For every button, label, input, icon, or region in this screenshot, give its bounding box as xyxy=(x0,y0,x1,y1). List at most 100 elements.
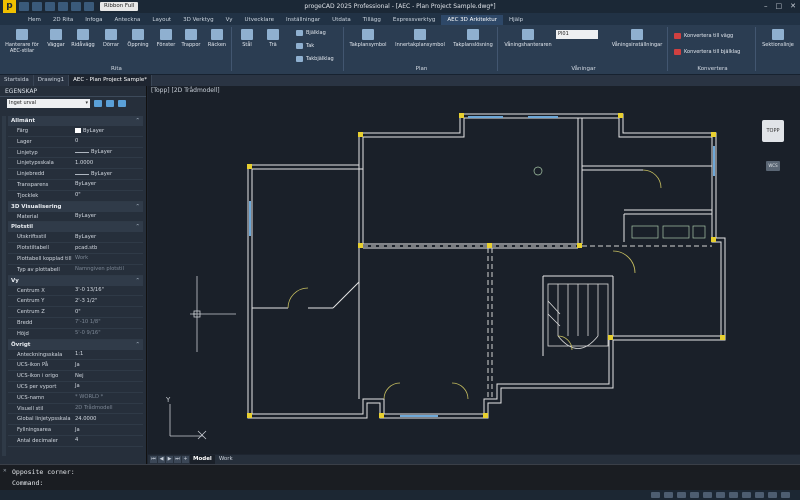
ribbon-mode-combo[interactable]: Ribbon Full xyxy=(100,2,139,11)
steel-button[interactable]: Stål xyxy=(236,29,258,48)
property-section-header[interactable]: 3D Visualisering xyxy=(8,201,143,212)
windows-button[interactable]: Fönster xyxy=(154,29,178,48)
osnap-icon[interactable] xyxy=(703,492,712,498)
model-space-icon[interactable] xyxy=(742,492,751,498)
ribbon-tab[interactable]: Tillägg xyxy=(357,15,387,25)
selection-combo[interactable]: Inget urval xyxy=(7,99,90,108)
curtain-wall-button[interactable]: Ridåvägg xyxy=(70,29,96,48)
ribbon-tab[interactable]: Hem xyxy=(22,15,47,25)
viewcube[interactable]: TOPP xyxy=(762,120,784,142)
stairs-button[interactable]: Trappor xyxy=(179,29,203,48)
viewport-label[interactable]: [Topp] [2D Trådmodell] xyxy=(151,87,220,94)
lineweight-icon[interactable] xyxy=(729,492,738,498)
ribbon-tab[interactable]: Layout xyxy=(146,15,177,25)
property-section-header[interactable]: Plotstil xyxy=(8,222,143,233)
slab-button[interactable]: Bjälklag xyxy=(296,30,326,36)
opening-button[interactable]: Öppning xyxy=(124,29,152,48)
ribbon-tab[interactable]: Vy xyxy=(220,15,239,25)
convert-to-slab-button[interactable]: Konvertera till bjälklag xyxy=(674,49,740,55)
property-row[interactable]: Centrum Y 2'-3 1/2" xyxy=(8,296,143,308)
floor-combo[interactable]: Pl01 xyxy=(556,30,598,39)
property-section-header[interactable]: Övrigt xyxy=(8,339,143,350)
ribbon-tab[interactable]: 3D Verktyg xyxy=(177,15,220,25)
document-tab[interactable]: Drawing1 xyxy=(34,75,70,86)
ortho-icon[interactable] xyxy=(677,492,686,498)
property-row[interactable]: Transparens ByLayer xyxy=(8,180,143,191)
prev-tab-icon[interactable]: ◀ xyxy=(158,456,165,463)
railings-button[interactable]: Räcken xyxy=(205,29,229,48)
roof-plan-solution-button[interactable]: Takplanslösning xyxy=(450,29,496,48)
polar-icon[interactable] xyxy=(690,492,699,498)
new-file-icon[interactable] xyxy=(19,2,29,11)
ribbon-tab[interactable]: Infoga xyxy=(79,15,108,25)
property-row[interactable]: Färg ByLayer xyxy=(8,126,143,137)
workspace-icon[interactable] xyxy=(768,492,777,498)
property-row[interactable]: Lager 0 xyxy=(8,137,143,148)
property-row[interactable]: UCS per vyport Ja xyxy=(8,382,143,393)
property-row[interactable]: Linjetypsskala 1.0000 xyxy=(8,158,143,170)
floor-manager-button[interactable]: Våningshanteraren xyxy=(502,29,554,48)
close-icon[interactable]: ✕ xyxy=(3,467,7,474)
ribbon-tab[interactable]: Utvecklare xyxy=(239,15,280,25)
property-row[interactable]: Bredd 7'-10 1/8" xyxy=(8,318,143,329)
snap-icon[interactable] xyxy=(651,492,660,498)
ribbon-tab[interactable]: AEC 3D Arkitektur xyxy=(441,15,504,25)
property-row[interactable]: Plotstiltabell pcad.stb xyxy=(8,243,143,254)
toggle-pickadd-icon[interactable] xyxy=(94,100,102,107)
wood-button[interactable]: Trä xyxy=(262,29,284,48)
ribbon-tab[interactable]: Inställningar xyxy=(280,15,326,25)
document-tab[interactable]: AEC - Plan Project Sample* xyxy=(69,75,153,86)
add-layout-icon[interactable]: + xyxy=(182,456,189,463)
property-row[interactable]: UCS-ikon i origo Nej xyxy=(8,371,143,382)
property-row[interactable]: Material ByLayer xyxy=(8,212,143,223)
annotation-icon[interactable] xyxy=(755,492,764,498)
property-row[interactable]: Anteckningsskala 1:1 xyxy=(8,350,143,361)
property-row[interactable]: UCS-ikon På Ja xyxy=(8,360,143,372)
property-section-header[interactable]: Allmänt xyxy=(8,116,143,126)
ribbon-tab[interactable]: Hjälp xyxy=(503,15,529,25)
minimize-icon[interactable]: – xyxy=(764,2,768,10)
ribbon-tab[interactable]: Expressverktyg xyxy=(387,15,441,25)
next-tab-icon[interactable]: ▶ xyxy=(166,456,173,463)
property-row[interactable]: Antal decimaler 4 xyxy=(8,436,143,447)
walls-button[interactable]: Väggar xyxy=(44,29,68,48)
settings-icon[interactable] xyxy=(781,492,790,498)
convert-to-wall-button[interactable]: Konvertera till vägg xyxy=(674,33,733,39)
last-tab-icon[interactable]: ⏭ xyxy=(174,456,181,463)
roof-button[interactable]: Tak xyxy=(296,43,314,49)
close-icon[interactable]: ✕ xyxy=(790,2,796,10)
properties-scrollbar[interactable] xyxy=(2,116,6,456)
otrack-icon[interactable] xyxy=(716,492,725,498)
roof-plan-symbol-button[interactable]: Takplansymbol xyxy=(348,29,388,48)
property-section-header[interactable]: Vy xyxy=(8,275,143,286)
property-row[interactable]: Utskriftsstil ByLayer xyxy=(8,232,143,244)
select-objects-icon[interactable] xyxy=(106,100,114,107)
floor-settings-button[interactable]: Våningsinställningar xyxy=(608,29,666,48)
property-row[interactable]: Plottabell kopplad till Work xyxy=(8,254,143,265)
tab-model[interactable]: Model xyxy=(190,455,215,464)
first-tab-icon[interactable]: ⏮ xyxy=(150,456,157,463)
save-icon[interactable] xyxy=(45,2,55,11)
redo-icon[interactable] xyxy=(84,2,94,11)
ribbon-tab[interactable]: Anteckna xyxy=(109,15,147,25)
property-row[interactable]: Linjebredd ByLayer xyxy=(8,169,143,180)
ribbon-tab[interactable]: Utdata xyxy=(326,15,357,25)
command-input[interactable]: Command: xyxy=(12,479,43,487)
drawing-canvas[interactable] xyxy=(148,86,800,454)
property-row[interactable]: Visuell stil 2D Trådmodell xyxy=(8,404,143,415)
tab-work[interactable]: Work xyxy=(216,455,236,464)
app-logo[interactable]: p xyxy=(3,0,16,13)
property-row[interactable]: Global linjetypsskala 24.0000 xyxy=(8,414,143,426)
doors-button[interactable]: Dörrar xyxy=(100,29,122,48)
property-row[interactable]: Typ av plottabell Namngiven plotstil xyxy=(8,265,143,276)
quick-select-icon[interactable] xyxy=(118,100,126,107)
property-row[interactable]: Linjetyp ByLayer xyxy=(8,148,143,159)
ceiling-plan-symbol-button[interactable]: Innertakplansymbol xyxy=(392,29,448,48)
roof-slab-button[interactable]: Takbjälklag xyxy=(296,56,334,62)
print-icon[interactable] xyxy=(58,2,68,11)
property-row[interactable]: Tjocklek 0" xyxy=(8,191,143,202)
aec-styles-button[interactable]: Hanterare för AEC-stilar xyxy=(4,29,40,54)
property-row[interactable]: Höjd 5'-0 9/16" xyxy=(8,329,143,340)
section-line-button[interactable]: Sektionslinje xyxy=(758,29,798,48)
document-tab[interactable]: Startsida xyxy=(0,75,34,86)
